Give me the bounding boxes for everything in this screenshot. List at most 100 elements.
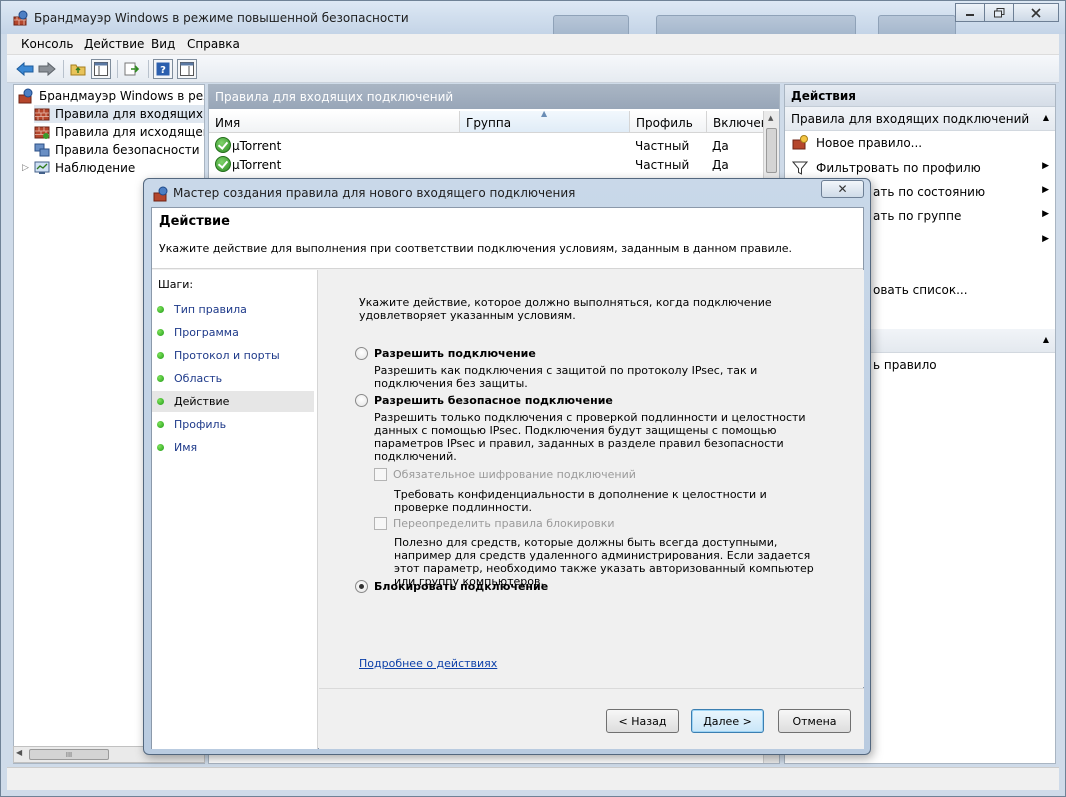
action-new-rule[interactable]: Новое правило...: [785, 131, 1055, 155]
step-protocol-ports[interactable]: Протокол и порты: [152, 345, 314, 366]
folder-up-icon: [70, 64, 86, 76]
allow-secure-radio[interactable]: [355, 394, 368, 407]
rule-name: µTorrent: [232, 139, 282, 153]
action-intro-text: Укажите действие, которое должно выполня…: [359, 296, 772, 322]
window-controls: [955, 3, 1059, 22]
minimize-button[interactable]: [955, 3, 985, 22]
wizard-page-description: Укажите действие для выполнения при соот…: [159, 242, 793, 255]
firewall-app-icon: [153, 186, 168, 202]
tree-item-connection-security-rules[interactable]: Правила безопасности по,: [34, 141, 204, 159]
actions-header: Действия: [785, 85, 1055, 107]
collapse-up-icon[interactable]: ▲: [1043, 335, 1049, 344]
cancel-button[interactable]: Отмена: [778, 709, 851, 733]
tree-item-label: Наблюдение: [55, 161, 136, 175]
action-label: ать по группе: [873, 209, 962, 223]
export-icon: [124, 62, 140, 76]
step-action[interactable]: Действие: [152, 391, 314, 412]
wizard-page-title: Действие: [159, 214, 230, 229]
scroll-left-icon[interactable]: ◀: [16, 748, 22, 757]
up-folder-button[interactable]: [68, 59, 88, 79]
tree-item-inbound-rules[interactable]: Правила для входящих под: [34, 105, 204, 123]
menu-action[interactable]: Действие: [84, 37, 144, 51]
action-label: ать по состоянию: [873, 185, 986, 199]
monitoring-icon: [34, 161, 50, 174]
export-list-button[interactable]: [122, 59, 142, 79]
option-description: Разрешить только подключения с проверкой…: [374, 411, 806, 463]
table-row[interactable]: µTorrent Частный Да: [209, 136, 765, 155]
next-button[interactable]: Далее >: [691, 709, 764, 733]
toolbar-separator: [63, 60, 64, 78]
option-description: Разрешить как подключения с защитой по п…: [374, 364, 758, 390]
column-header-enabled[interactable]: Включен: [707, 111, 767, 133]
step-bullet-icon: [157, 375, 164, 382]
allow-radio[interactable]: [355, 347, 368, 360]
step-bullet-icon: [157, 398, 164, 405]
wizard-button-bar: < Назад Далее > Отмена: [319, 688, 864, 749]
tree-item-label: Брандмауэр Windows в режим: [39, 89, 204, 103]
back-button[interactable]: < Назад: [606, 709, 679, 733]
menu-console[interactable]: Консоль: [21, 37, 73, 51]
menu-bar: Консоль Действие Вид Справка: [7, 34, 1059, 55]
require-encryption-checkbox[interactable]: [374, 468, 387, 481]
wizard-content: Укажите действие, которое должно выполня…: [319, 270, 864, 687]
learn-more-actions-link[interactable]: Подробнее о действиях: [359, 657, 497, 670]
override-block-checkbox[interactable]: [374, 517, 387, 530]
tree-item-root[interactable]: Брандмауэр Windows в режим: [18, 87, 204, 105]
step-program[interactable]: Программа: [152, 322, 314, 343]
step-scope[interactable]: Область: [152, 368, 314, 389]
close-button[interactable]: [1013, 3, 1059, 22]
wizard-close-button[interactable]: ✕: [821, 180, 864, 198]
help-button[interactable]: ?: [153, 59, 173, 79]
svg-text:?: ?: [160, 65, 166, 76]
show-hide-tree-button[interactable]: [91, 59, 111, 79]
step-profile[interactable]: Профиль: [152, 414, 314, 435]
new-rule-icon: [792, 135, 808, 150]
rule-profile: Частный: [635, 158, 690, 172]
firewall-icon: [18, 88, 33, 104]
show-hide-action-pane-button[interactable]: [177, 59, 197, 79]
forward-button[interactable]: [37, 59, 57, 79]
rule-enabled: Да: [712, 139, 729, 153]
column-header-name[interactable]: Имя: [209, 111, 460, 133]
scroll-thumb[interactable]: [766, 128, 777, 173]
expander-arrow-icon[interactable]: ▷: [22, 163, 34, 173]
action-pane-icon: [180, 62, 194, 76]
back-button[interactable]: [15, 59, 35, 79]
option-label: Разрешить подключение: [374, 347, 536, 360]
step-label: Область: [174, 372, 223, 385]
actions-section-label: Правила для входящих подключений: [791, 112, 1030, 126]
tree-item-monitoring[interactable]: ▷ Наблюдение: [22, 159, 135, 177]
checkbox-description: Требовать конфиденциальности в дополнени…: [394, 488, 767, 514]
maximize-button[interactable]: [984, 3, 1014, 22]
tree-item-outbound-rules[interactable]: Правила для исходящего п: [34, 123, 204, 141]
column-header-profile[interactable]: Профиль: [630, 111, 707, 133]
restore-icon: [993, 7, 1004, 17]
step-bullet-icon: [157, 329, 164, 336]
console-tree-icon: [94, 62, 108, 76]
step-label: Тип правила: [174, 303, 247, 316]
background-window-tab: [656, 15, 856, 34]
steps-title: Шаги:: [158, 278, 194, 291]
step-rule-type[interactable]: Тип правила: [152, 299, 314, 320]
rule-name: µTorrent: [232, 158, 282, 172]
step-label: Имя: [174, 441, 198, 454]
menu-view[interactable]: Вид: [151, 37, 175, 51]
option-label: Блокировать подключение: [374, 580, 549, 593]
background-window-tab: [878, 15, 956, 34]
menu-help[interactable]: Справка: [187, 37, 240, 51]
actions-section-inbound[interactable]: Правила для входящих подключений ▲: [785, 107, 1055, 131]
action-label: ь правило: [873, 358, 937, 372]
collapse-up-icon[interactable]: ▲: [1043, 113, 1049, 122]
step-bullet-icon: [157, 306, 164, 313]
minimize-icon: [966, 13, 974, 16]
table-row[interactable]: µTorrent Частный Да: [209, 155, 765, 174]
wizard-header: Действие Укажите действие для выполнения…: [152, 208, 863, 269]
scroll-up-icon[interactable]: ▲: [768, 114, 773, 122]
forward-arrow-icon: [38, 61, 56, 77]
scroll-thumb[interactable]: III: [29, 749, 109, 760]
filter-icon: [792, 161, 808, 175]
block-radio[interactable]: [355, 580, 368, 593]
step-name[interactable]: Имя: [152, 437, 314, 458]
action-filter-by-profile[interactable]: Фильтровать по профилю ▶: [785, 156, 1055, 180]
wizard-title: Мастер создания правила для нового входя…: [173, 186, 576, 200]
